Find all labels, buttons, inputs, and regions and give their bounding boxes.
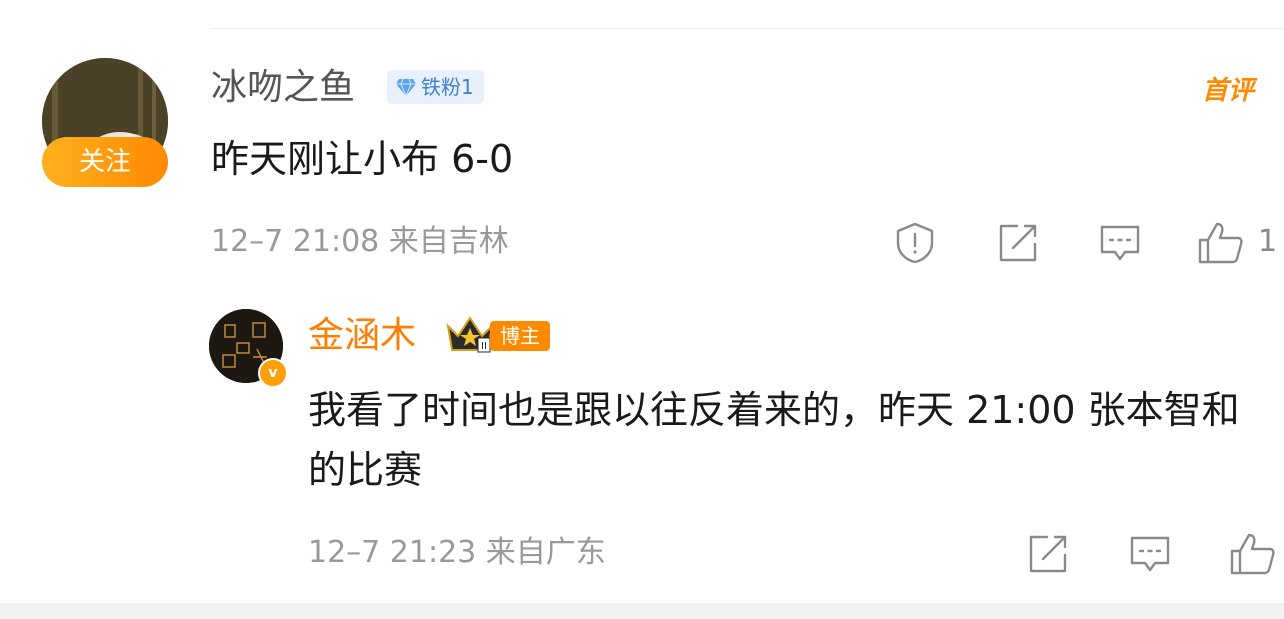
report-button[interactable] xyxy=(892,220,938,266)
follow-button[interactable]: 关注 xyxy=(42,137,168,187)
share-button[interactable] xyxy=(995,220,1041,266)
like-icon xyxy=(1230,533,1275,575)
first-comment-badge: 首评 xyxy=(1202,76,1255,106)
reply-username[interactable]: 金涵木 xyxy=(308,314,416,358)
diamond-icon xyxy=(396,78,416,97)
report-icon xyxy=(896,222,934,264)
verified-icon: v xyxy=(258,358,288,388)
reply-comment-button[interactable] xyxy=(1127,531,1173,577)
fan-badge-label: 铁粉1 xyxy=(421,75,474,99)
blogger-badge: 博主 xyxy=(490,321,550,351)
bottom-bar xyxy=(0,603,1284,619)
reply-share-button[interactable] xyxy=(1025,531,1071,577)
reply-meta: 12–7 21:23 来自广东 xyxy=(308,535,606,570)
comment-text: 昨天刚让小布 6-0 xyxy=(211,137,514,181)
comment-button[interactable] xyxy=(1097,220,1143,266)
like-button[interactable] xyxy=(1196,220,1246,266)
comment-icon xyxy=(1100,225,1140,261)
comment-username[interactable]: 冰吻之鱼 xyxy=(211,66,355,110)
fan-badge[interactable]: 铁粉1 xyxy=(387,70,484,104)
comment-icon xyxy=(1130,536,1170,572)
share-icon xyxy=(1029,535,1067,573)
like-icon xyxy=(1198,222,1243,264)
reply-like-button[interactable] xyxy=(1228,531,1278,577)
crown-rank: II xyxy=(481,341,487,352)
comment-meta: 12–7 21:08 来自吉林 xyxy=(211,224,509,259)
share-icon xyxy=(999,224,1037,262)
reply-text: 我看了时间也是跟以往反着来的，昨天 21:00 张本智和的比赛 xyxy=(308,388,1240,492)
top-divider xyxy=(210,28,1284,29)
like-count: 1 xyxy=(1258,224,1278,259)
